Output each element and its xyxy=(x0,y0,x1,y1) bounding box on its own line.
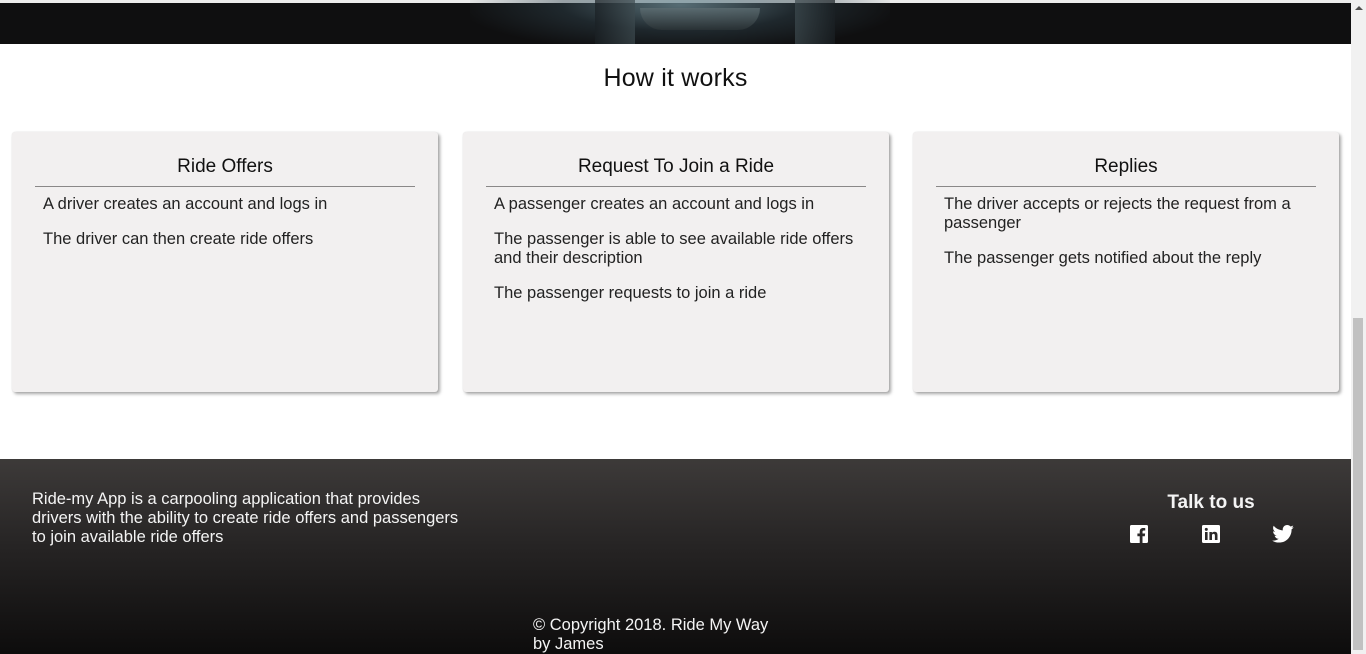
hero-image xyxy=(0,0,1351,44)
list-item: The passenger requests to join a ride xyxy=(494,284,767,302)
card-ride-offers: Ride Offers A driver creates an account … xyxy=(12,132,438,392)
facebook-icon[interactable] xyxy=(1130,525,1148,543)
card-request-to-join: Request To Join a Ride A passenger creat… xyxy=(463,132,889,392)
footer: Ride-my App is a carpooling application … xyxy=(0,459,1351,654)
list-item: The driver accepts or rejects the reques… xyxy=(944,195,1291,232)
talk-to-us-heading: Talk to us xyxy=(1167,492,1255,513)
scroll-up-arrow-icon[interactable] xyxy=(1351,0,1366,17)
copyright: © Copyright 2018. Ride My Way by James xyxy=(533,616,813,654)
list-item: A driver creates an account and logs in xyxy=(43,195,328,213)
card-title: Ride Offers xyxy=(35,156,415,187)
vertical-scrollbar[interactable] xyxy=(1351,0,1366,654)
twitter-icon[interactable] xyxy=(1272,525,1294,543)
section-title: How it works xyxy=(603,64,748,92)
card-list: A driver creates an account and logs in … xyxy=(43,195,414,265)
list-item: A passenger creates an account and logs … xyxy=(494,195,815,213)
card-title: Replies xyxy=(936,156,1316,187)
copyright-author: by James xyxy=(533,635,604,653)
card-title: Request To Join a Ride xyxy=(486,156,866,187)
list-item: The driver can then create ride offers xyxy=(43,230,314,248)
list-item: The passenger gets notified about the re… xyxy=(944,249,1262,267)
list-item: The passenger is able to see available r… xyxy=(494,230,854,267)
linkedin-icon[interactable] xyxy=(1202,525,1220,543)
footer-about-text: Ride-my App is a carpooling application … xyxy=(32,490,459,546)
card-replies: Replies The driver accepts or rejects th… xyxy=(913,132,1339,392)
card-list: A passenger creates an account and logs … xyxy=(494,195,865,319)
copyright-line: © Copyright 2018. Ride My Way xyxy=(533,616,769,634)
page: How it works Ride Offers A driver create… xyxy=(0,0,1351,654)
card-list: The driver accepts or rejects the reques… xyxy=(944,195,1315,284)
scrollbar-thumb[interactable] xyxy=(1353,318,1363,650)
